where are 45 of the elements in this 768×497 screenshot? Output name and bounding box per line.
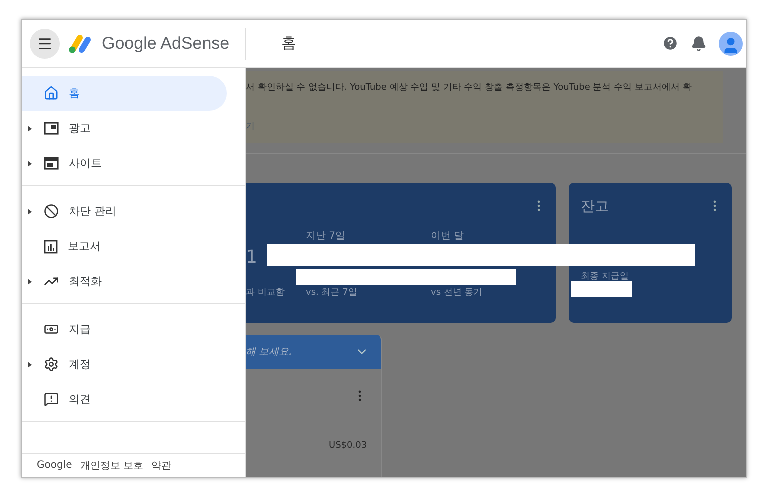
notice-text: 서 확인하실 수 없습니다. YouTube 예상 수입 및 기타 수익 창출 측정항목은 YouTube 분석 수익 보고서에서 확 (246, 82, 693, 94)
caret-icon (28, 278, 32, 284)
period-label: 지난 7일 (306, 230, 346, 243)
tip-title: 해 보세요. (246, 346, 292, 359)
last-payment-label: 최종 지급일 (581, 271, 629, 283)
page-title: 홈 (282, 34, 298, 53)
menu-button[interactable] (30, 28, 60, 58)
footer-link[interactable]: 개인정보 보호 (80, 458, 144, 472)
nav-item[interactable]: 보고서 (22, 229, 227, 264)
caret-icon (28, 362, 32, 368)
caret-icon (28, 126, 32, 132)
nav-item[interactable]: 의견 (22, 382, 227, 417)
period-label: 이번 달 (431, 230, 464, 243)
home-icon (44, 86, 59, 101)
money-icon (44, 322, 59, 337)
menu-icon (37, 36, 53, 52)
report-icon (44, 240, 58, 254)
footer-link[interactable]: 약관 (151, 458, 172, 472)
caret-icon (28, 160, 32, 166)
nav-item[interactable]: 계정 (22, 347, 227, 382)
ad-icon (44, 122, 59, 135)
nav-item[interactable]: 홈 (22, 76, 227, 111)
nav-item[interactable]: 차단 관리 (22, 194, 227, 229)
redaction-bar (571, 281, 632, 297)
amount-text: US$0.03 (329, 441, 368, 451)
notification-button[interactable] (691, 36, 707, 52)
block-icon (44, 204, 59, 219)
logo-icon (68, 32, 94, 54)
caret-icon (28, 208, 32, 214)
compare-text: vs. 최근 7일 (306, 287, 358, 299)
compare-text: 과 비교함 (246, 287, 285, 299)
site-icon (44, 157, 59, 170)
nav-item[interactable]: 광고 (22, 111, 227, 146)
feedback-icon (44, 392, 59, 407)
nav-item[interactable]: 사이트 (22, 146, 227, 181)
footer-link[interactable]: Google (37, 460, 72, 471)
settings-icon (44, 357, 59, 372)
help-button[interactable] (662, 35, 679, 52)
card-title: 잔고 (581, 198, 609, 216)
compare-text: vs 전년 동기 (431, 287, 483, 299)
nav-item[interactable]: 최적화 (22, 264, 227, 299)
nav-item[interactable]: 지급 (22, 312, 227, 347)
earnings-value: 1 (246, 247, 258, 268)
logo-text: Google AdSense (102, 34, 230, 54)
avatar[interactable] (719, 32, 743, 56)
